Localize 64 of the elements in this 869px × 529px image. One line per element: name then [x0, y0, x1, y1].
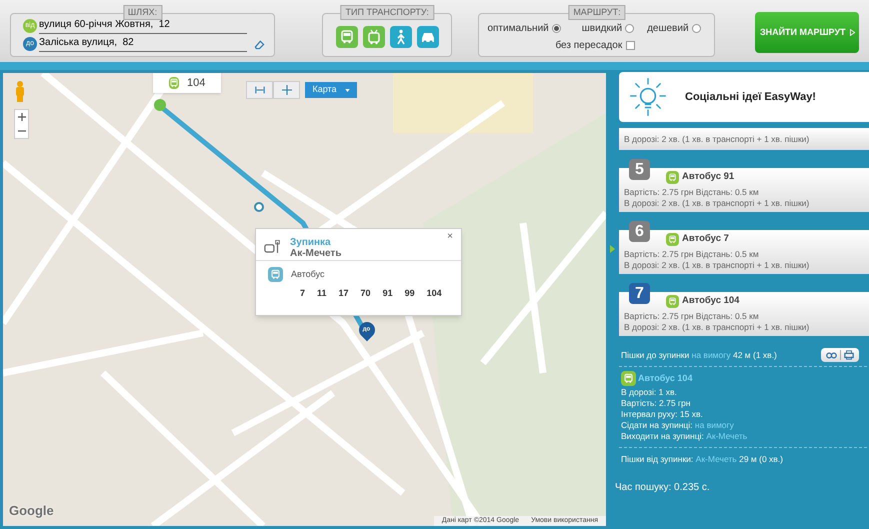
route-type-radio[interactable]: оптимальний — [487, 21, 561, 36]
result-title: Автобус 91 — [682, 170, 734, 184]
address-field[interactable]: Заліська вулиця, 82 — [39, 36, 247, 52]
trip-time: В дорозі: 2 хв. (1 хв. в транспорті + 1 хв. пішки) — [624, 198, 810, 210]
leg-detail: Виходити на зупинці: Ак-Мечеть — [621, 431, 748, 442]
transport-mode-button[interactable] — [336, 26, 358, 48]
result-title: Автобус 104 — [682, 294, 740, 308]
promo-banner[interactable]: Соціальні ідеї EasyWay! — [619, 72, 869, 122]
link-icon[interactable] — [826, 350, 837, 360]
transport-mode-button[interactable] — [416, 26, 439, 48]
route-number[interactable]: 11 — [317, 287, 327, 300]
zoom-in-icon[interactable] — [18, 113, 26, 121]
popup-title: Зупинка — [290, 236, 332, 248]
route-number[interactable]: 99 — [404, 287, 415, 300]
route-number: 104 — [187, 78, 206, 89]
map-logo: Google — [9, 502, 54, 520]
result-number: 6 — [629, 221, 650, 242]
print-icon[interactable] — [844, 350, 854, 360]
move-icon — [282, 85, 292, 95]
panel-title: МАРШРУТ: — [568, 5, 626, 20]
trip-time: В дорозі: 2 хв. (1 хв. в транспорті + 1 хв. пішки) — [624, 260, 810, 272]
bus-icon — [338, 29, 355, 45]
leg-detail: Інтервал руху: 15 хв. — [621, 409, 704, 420]
stop-name: Ак-Мечеть — [290, 248, 342, 258]
caret-icon — [344, 88, 350, 92]
leg-detail: Вартість: 2.75 грн — [621, 398, 692, 409]
close-button[interactable]: × — [447, 232, 453, 242]
result-number: 5 — [629, 159, 650, 180]
address-field[interactable]: вулиця 60-річчя Жовтня, 12 — [39, 18, 247, 34]
fit-route-button[interactable] — [246, 81, 273, 99]
light-bulb-icon — [627, 76, 669, 118]
route-number[interactable]: 91 — [382, 287, 393, 300]
transport-type: Автобус — [291, 268, 324, 281]
walk-to-stop: Пішки до зупинки на вимогу 42 м (1 хв.) — [621, 348, 777, 362]
transport-mode-button[interactable] — [390, 26, 412, 48]
arrow-icon — [850, 29, 855, 36]
result-card[interactable]: В дорозі: 2 хв. (1 хв. в транспорті + 1 хв. пішки) — [619, 128, 869, 150]
route-type-radio[interactable]: дешевий — [647, 21, 701, 36]
pan-button[interactable] — [273, 81, 300, 99]
panel-title: ТИП ТРАНСПОРТУ: — [340, 5, 434, 20]
cost-distance: Вартість: 2.75 грн Відстань: 0.5 км — [624, 249, 760, 260]
expand-horizontal-icon — [254, 85, 264, 95]
route-number[interactable]: 104 — [426, 287, 442, 300]
trip-time: В дорозі: 2 хв. (1 хв. в транспорті + 1 хв. пішки) — [624, 322, 810, 334]
panel-title: ШЛЯХ: — [122, 5, 162, 20]
route-type-radio[interactable]: швидкий — [582, 21, 634, 36]
search-time: Час пошуку: 0.235 с. — [615, 480, 711, 495]
route-number[interactable]: 17 — [338, 287, 349, 300]
trip-time: В дорозі: 2 хв. (1 хв. в транспорті + 1 хв. пішки) — [624, 134, 810, 145]
leg-detail: Сідати на зупинці: на вимогу — [621, 420, 735, 431]
cost-distance: Вартість: 2.75 грн Відстань: 0.5 км — [624, 311, 760, 322]
result-title: Автобус 7 — [682, 232, 729, 246]
walk-from-stop: Пішки від зупинки: Ак-Мечеть 29 м (0 хв.) — [620, 453, 784, 466]
transport-mode-button[interactable] — [362, 26, 385, 48]
promo-title: Соціальні ідеї EasyWay! — [685, 90, 816, 105]
route-number[interactable]: 70 — [360, 287, 371, 300]
bus-stop-icon — [264, 240, 282, 255]
cost-distance: Вартість: 2.75 грн Відстань: 0.5 км — [624, 187, 760, 198]
route-number[interactable]: 7 — [300, 287, 306, 300]
eraser-icon[interactable] — [253, 38, 266, 50]
no-transfers-checkbox[interactable]: без пересадок — [555, 38, 706, 53]
result-number: 7 — [629, 283, 650, 304]
map-type-dropdown[interactable]: Карта — [305, 82, 357, 98]
leg-detail: В дорозі: 1 хв. — [621, 387, 678, 398]
